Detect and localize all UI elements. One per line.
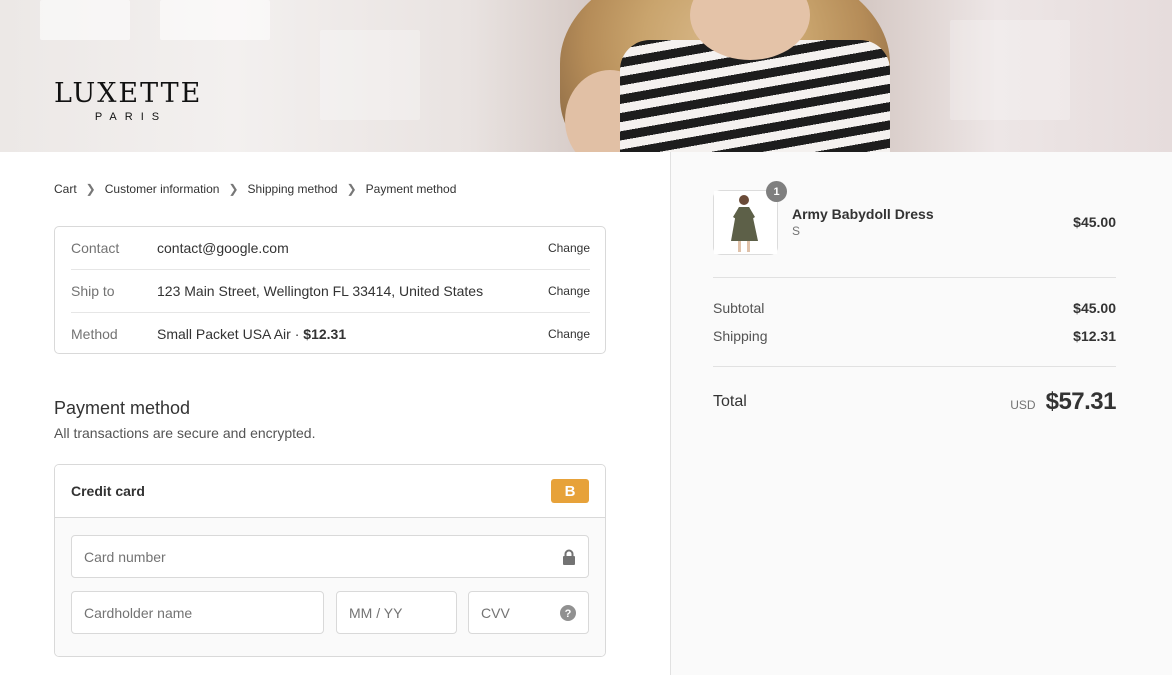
- brand-subtitle: PARIS: [94, 111, 168, 123]
- cvv-input[interactable]: [481, 604, 560, 621]
- credit-card-label: Credit card: [71, 483, 145, 499]
- review-row-contact: Contact contact@google.com Change: [71, 227, 590, 269]
- review-label: Method: [71, 325, 118, 342]
- product-thumbnail: 1: [713, 181, 787, 255]
- breadcrumb-payment-method: Payment method: [365, 182, 457, 196]
- shipping-method-price: $12.31: [303, 325, 347, 342]
- checkout-main: Cart ❯ Customer information ❯ Shipping m…: [0, 152, 670, 675]
- currency-code: USD: [1010, 397, 1036, 412]
- breadcrumb: Cart ❯ Customer information ❯ Shipping m…: [54, 182, 456, 196]
- subtotal-amount: $45.00: [1073, 300, 1116, 316]
- banner-background: [320, 30, 420, 120]
- divider: [713, 366, 1116, 367]
- subtotal-label: Subtotal: [713, 300, 765, 316]
- product-name: Army Babydoll Dress: [792, 206, 934, 222]
- review-label: Contact: [71, 240, 120, 256]
- credit-card-option[interactable]: Credit card B: [55, 465, 605, 518]
- review-row-method: Method Small Packet USA Air · $12.31 Cha…: [71, 312, 590, 354]
- payment-method-title: Payment method: [54, 398, 191, 418]
- change-ship-to-link[interactable]: Change: [548, 284, 590, 298]
- banner-background: [40, 0, 130, 40]
- question-circle-icon[interactable]: ?: [560, 604, 576, 621]
- banner-background: [160, 0, 270, 40]
- divider: [713, 277, 1116, 278]
- chevron-right-icon: ❯: [346, 182, 357, 196]
- credit-card-fields: ?: [55, 518, 605, 656]
- expiry-field[interactable]: [336, 591, 457, 634]
- card-number-input[interactable]: [84, 548, 562, 565]
- change-method-link[interactable]: Change: [548, 327, 590, 341]
- chevron-right-icon: ❯: [228, 182, 239, 196]
- order-line-item: 1 Army Babydoll Dress S $45.00: [713, 181, 1116, 255]
- brand-logo[interactable]: LUXETTE PARIS: [54, 78, 200, 123]
- expiry-input[interactable]: [349, 604, 444, 621]
- product-price: $45.00: [1073, 214, 1116, 230]
- product-variant: S: [792, 224, 801, 238]
- cardholder-name-field[interactable]: [71, 591, 324, 634]
- payment-method-subtitle: All transactions are secure and encrypte…: [54, 425, 316, 441]
- shipping-line: Shipping $12.31: [713, 328, 1116, 344]
- review-label: Ship to: [71, 282, 115, 299]
- svg-text:?: ?: [565, 608, 572, 620]
- header-banner: LUXETTE PARIS: [0, 0, 1172, 152]
- subtotal-line: Subtotal $45.00: [713, 300, 1116, 316]
- card-number-field[interactable]: [71, 535, 589, 578]
- shipping-label: Shipping: [713, 328, 768, 344]
- breadcrumb-cart[interactable]: Cart: [54, 182, 77, 196]
- lock-icon: [562, 549, 576, 565]
- review-row-ship-to: Ship to 123 Main Street, Wellington FL 3…: [71, 269, 590, 311]
- cvv-field[interactable]: ?: [468, 591, 589, 634]
- brand-name: LUXETTE: [54, 78, 203, 109]
- credit-card-panel: Credit card B ?: [54, 464, 606, 657]
- quantity-badge: 1: [766, 181, 787, 202]
- shipping-method-name: Small Packet USA Air ·: [157, 325, 304, 342]
- order-summary: 1 Army Babydoll Dress S $45.00 Subtotal …: [670, 152, 1172, 675]
- review-value: Small Packet USA Air · $12.31: [157, 326, 548, 342]
- review-block: Contact contact@google.com Change Ship t…: [54, 226, 606, 354]
- review-value: 123 Main Street, Wellington FL 33414, Un…: [157, 282, 484, 299]
- breadcrumb-customer-information[interactable]: Customer information: [105, 182, 220, 196]
- banner-background: [950, 20, 1070, 120]
- card-brand-icon: B: [551, 479, 589, 503]
- cardholder-name-input[interactable]: [84, 604, 311, 621]
- chevron-right-icon: ❯: [85, 182, 96, 196]
- breadcrumb-shipping-method[interactable]: Shipping method: [248, 182, 338, 196]
- total-line: Total USD $57.31: [713, 388, 1117, 416]
- review-value: contact@google.com: [157, 240, 289, 256]
- total-label: Total: [713, 393, 747, 410]
- shipping-amount: $12.31: [1073, 328, 1116, 344]
- total-amount: $57.31: [1045, 388, 1117, 415]
- dress-image: [714, 191, 777, 254]
- change-contact-link[interactable]: Change: [548, 241, 590, 255]
